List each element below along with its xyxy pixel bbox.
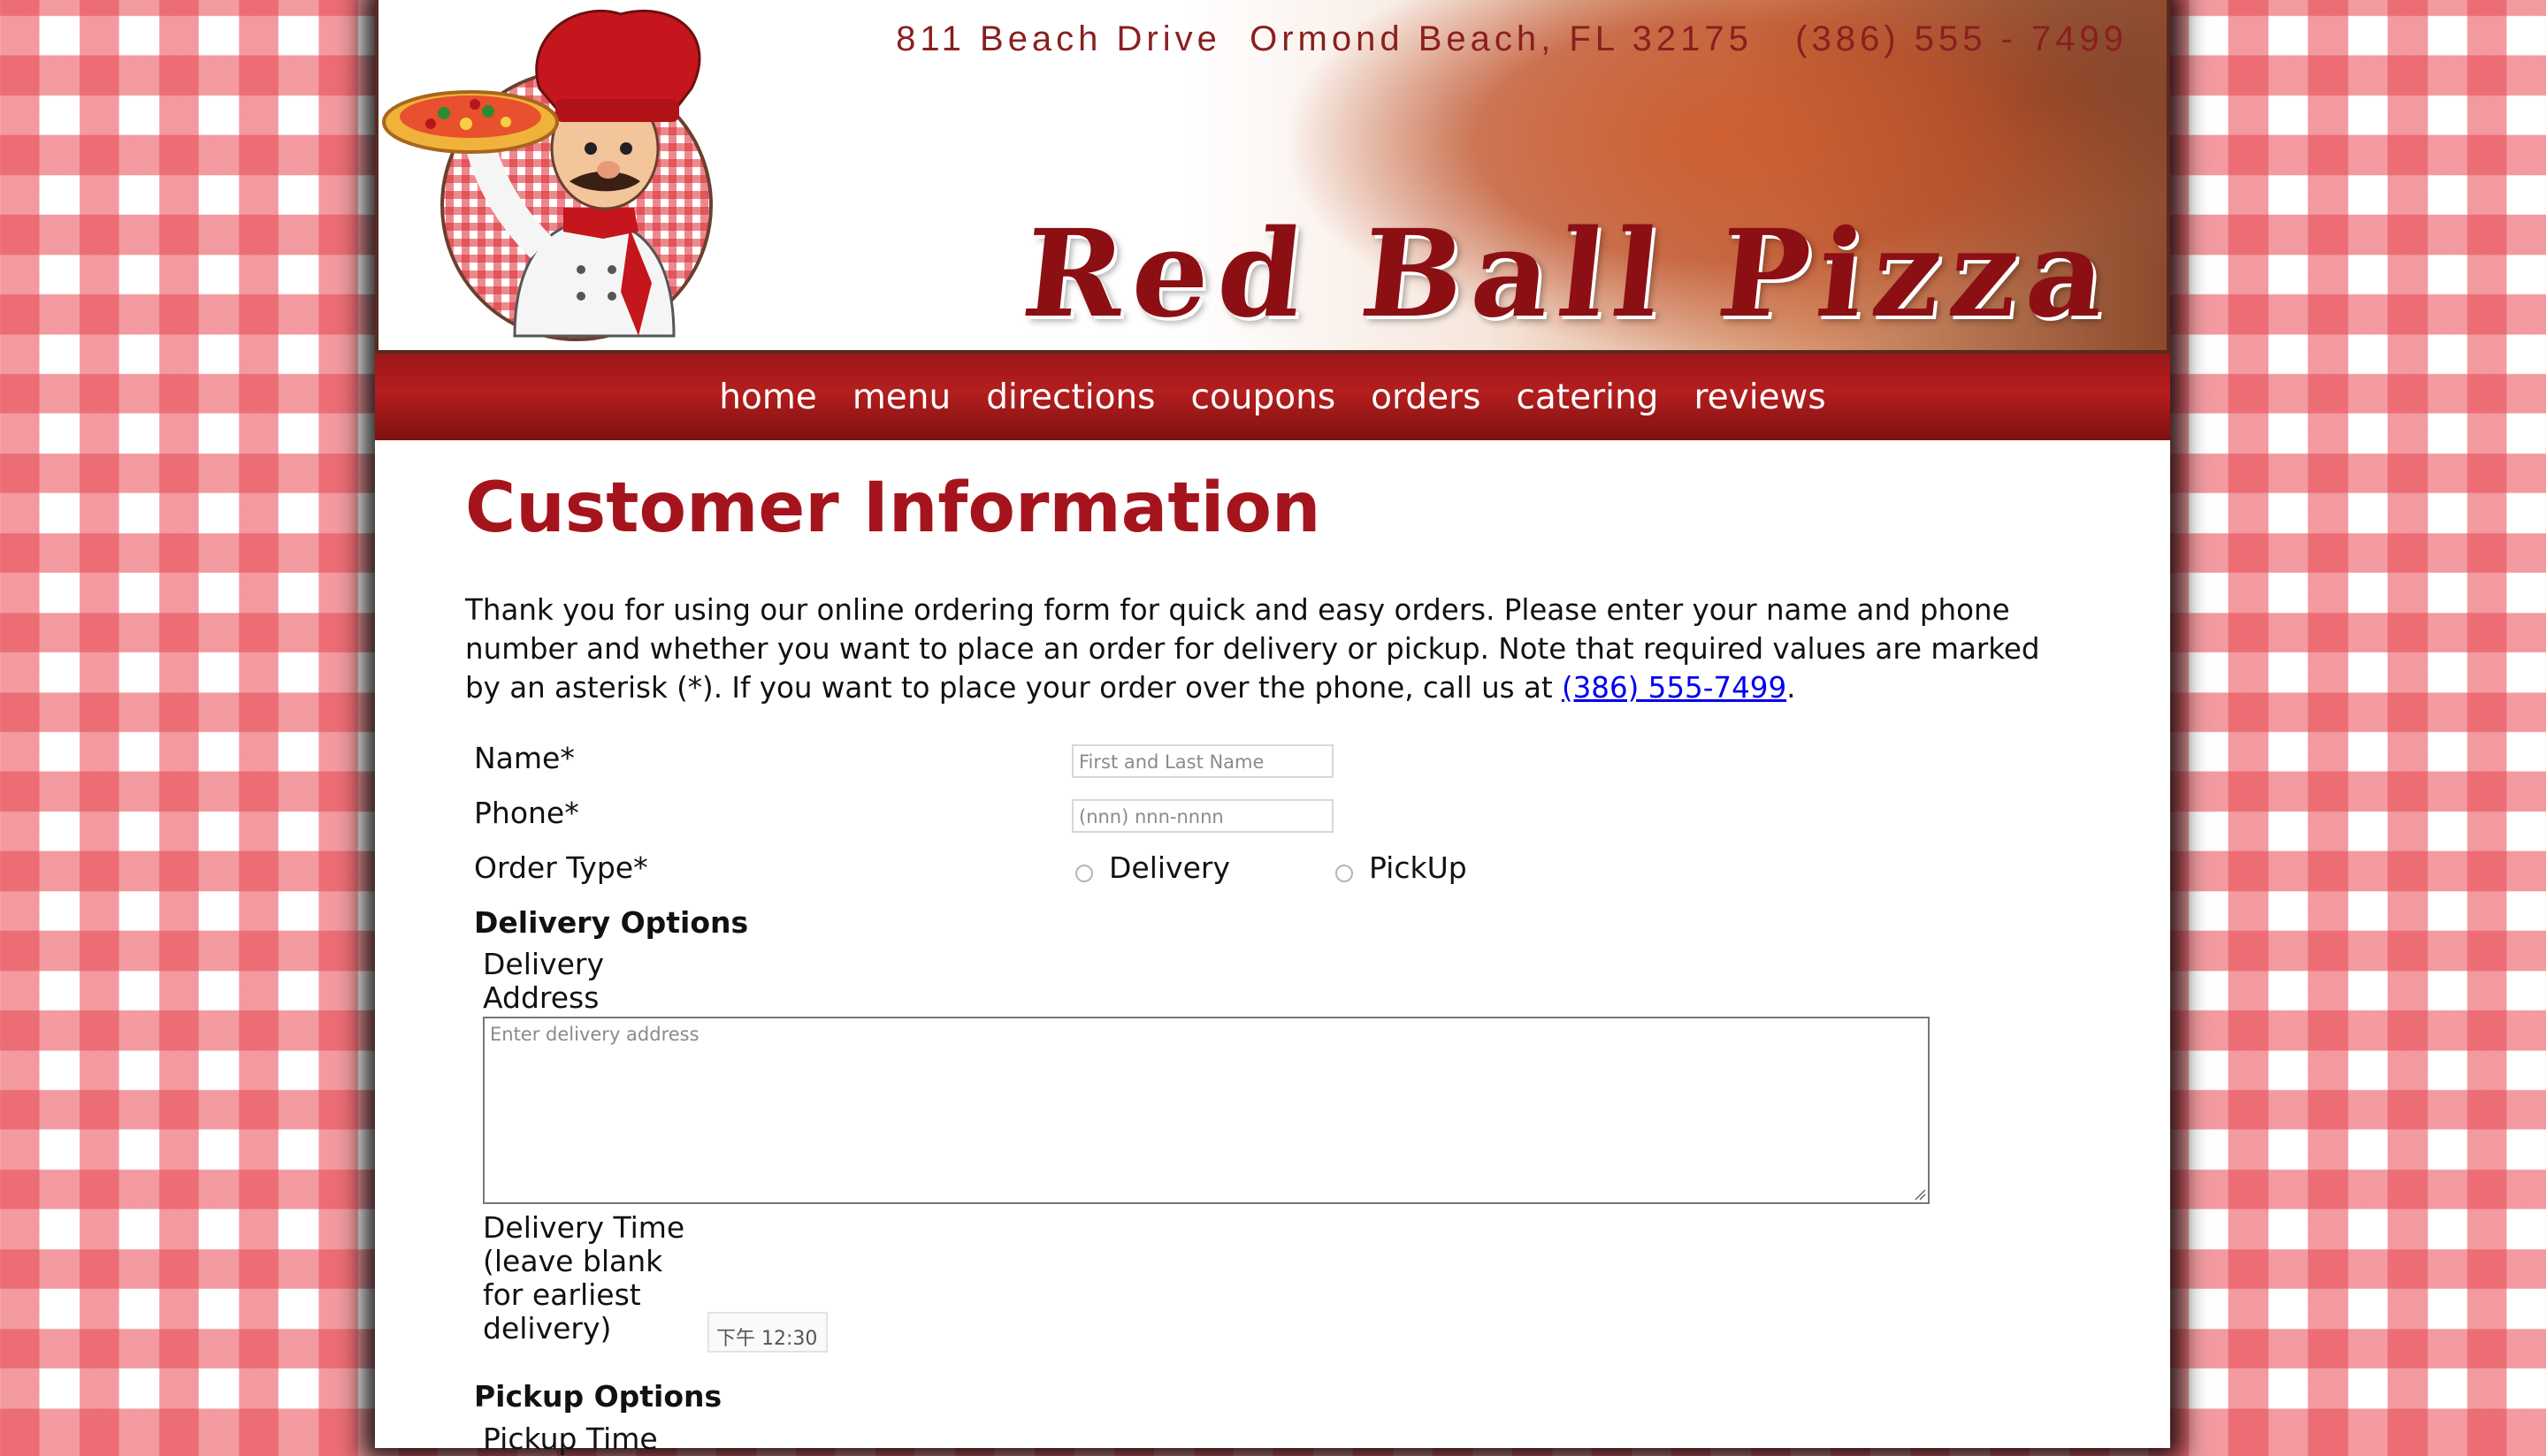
delivery-time-label: Delivery Time (leave blank for earliest … bbox=[483, 1211, 684, 1345]
page-container: 811 Beach Drive Ormond Beach, FL 32175 (… bbox=[375, 0, 2170, 1456]
order-type-label: Order Type* bbox=[474, 850, 648, 885]
nav-menu[interactable]: menu bbox=[835, 377, 968, 417]
nav-reviews[interactable]: reviews bbox=[1676, 377, 1843, 417]
page-title: Customer Information bbox=[465, 469, 1321, 548]
main-content: Customer Information Thank you for using… bbox=[465, 469, 2092, 1456]
main-nav: home menu directions coupons orders cate… bbox=[375, 354, 2170, 440]
site-header-banner: 811 Beach Drive Ormond Beach, FL 32175 (… bbox=[375, 0, 2170, 354]
delivery-time-label-line2: (leave blank bbox=[483, 1244, 663, 1278]
phone-label: Phone* bbox=[474, 796, 579, 830]
delivery-address-label-line2: Address bbox=[483, 980, 600, 1015]
name-input[interactable]: First and Last Name bbox=[1072, 744, 1334, 778]
pickup-option-label[interactable]: PickUp bbox=[1369, 850, 1467, 885]
pickup-radio[interactable] bbox=[1335, 865, 1353, 882]
delivery-options-heading: Delivery Options bbox=[474, 905, 749, 940]
intro-paragraph: Thank you for using our online ordering … bbox=[465, 591, 2075, 707]
nav-orders[interactable]: orders bbox=[1353, 377, 1498, 417]
pickup-options-heading: Pickup Options bbox=[474, 1379, 723, 1414]
delivery-time-input[interactable]: 下午 12:30 bbox=[707, 1312, 828, 1353]
nav-catering[interactable]: catering bbox=[1498, 377, 1676, 417]
delivery-address-textarea[interactable]: Enter delivery address bbox=[483, 1017, 1930, 1204]
resize-handle-icon[interactable] bbox=[1914, 1188, 1926, 1201]
phone-link[interactable]: (386) 555-7499 bbox=[1562, 671, 1786, 705]
intro-end: . bbox=[1786, 671, 1796, 705]
nav-directions[interactable]: directions bbox=[968, 377, 1173, 417]
chef-mascot-logo bbox=[382, 9, 713, 341]
delivery-option-label[interactable]: Delivery bbox=[1109, 850, 1230, 885]
phone-input[interactable]: (nnn) nnn-nnnn bbox=[1072, 799, 1334, 833]
delivery-address-placeholder: Enter delivery address bbox=[490, 1024, 700, 1045]
delivery-time-label-line3: for earliest bbox=[483, 1277, 641, 1312]
delivery-address-label-line1: Delivery bbox=[483, 947, 604, 981]
name-label: Name* bbox=[474, 741, 575, 775]
pickup-time-label: Pickup Time bbox=[483, 1422, 658, 1456]
delivery-radio[interactable] bbox=[1075, 865, 1093, 882]
intro-text: Thank you for using our online ordering … bbox=[465, 593, 2040, 705]
delivery-address-label: Delivery Address bbox=[483, 948, 604, 1015]
brand-logo-text: Red Ball Pizza bbox=[1016, 203, 2122, 345]
delivery-time-label-line4: delivery) bbox=[483, 1311, 612, 1345]
nav-home[interactable]: home bbox=[701, 377, 835, 417]
nav-coupons[interactable]: coupons bbox=[1173, 377, 1353, 417]
delivery-time-label-line1: Delivery Time bbox=[483, 1210, 685, 1245]
header-address: 811 Beach Drive Ormond Beach, FL 32175 (… bbox=[896, 19, 2128, 58]
